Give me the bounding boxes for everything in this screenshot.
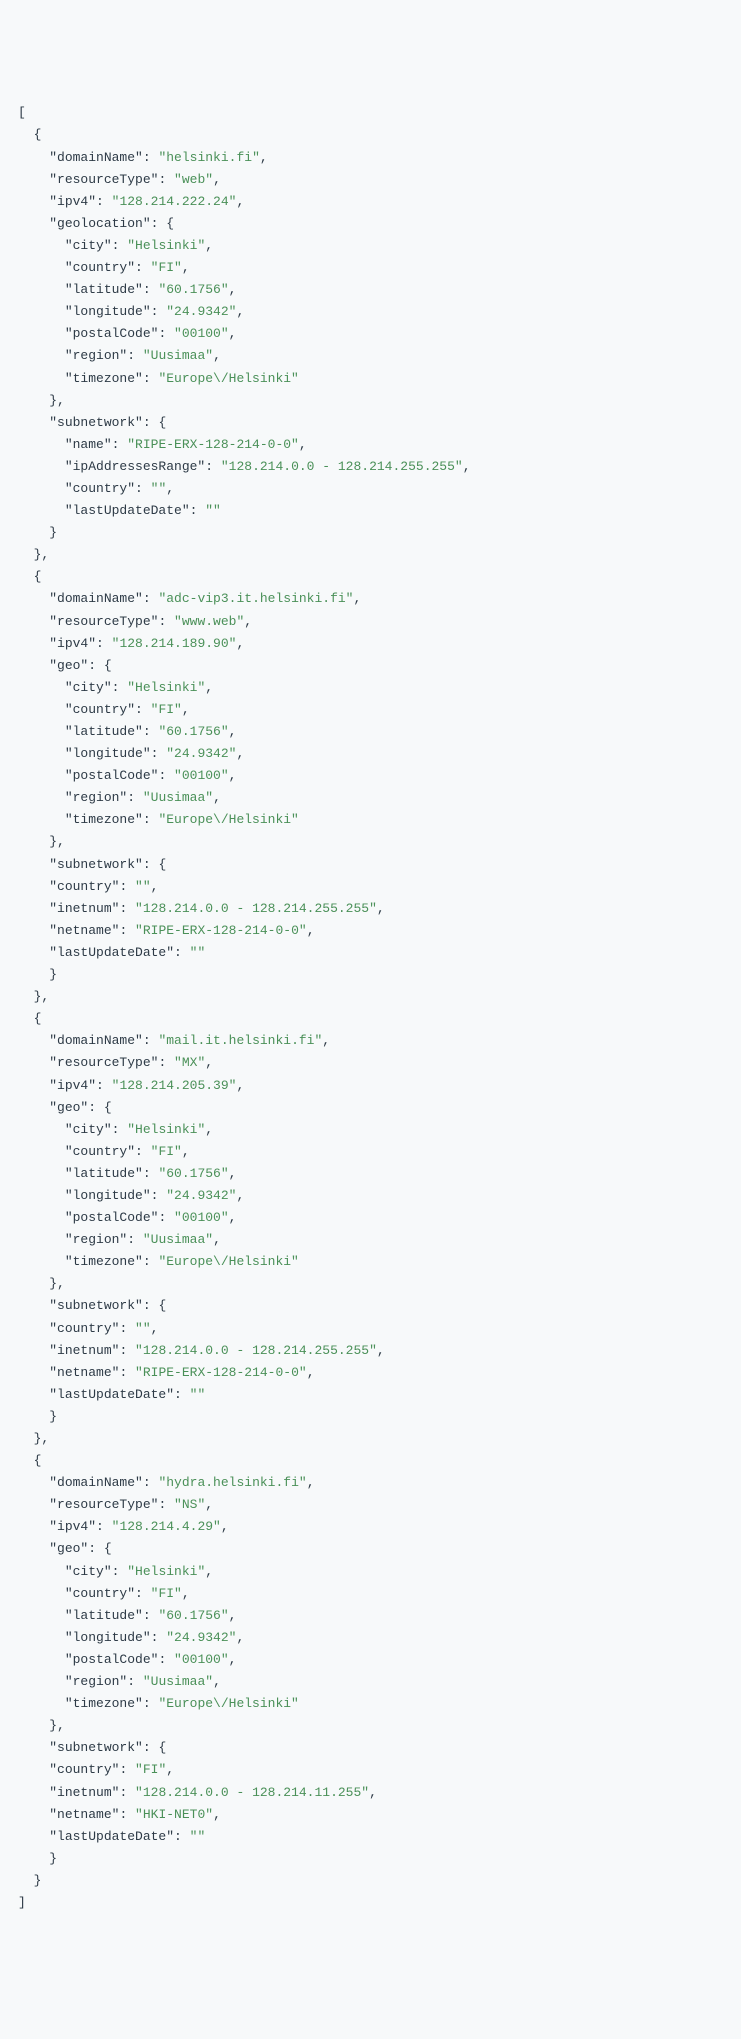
json-code-block: [ { "domainName": "helsinki.fi", "resour… bbox=[18, 102, 723, 1914]
